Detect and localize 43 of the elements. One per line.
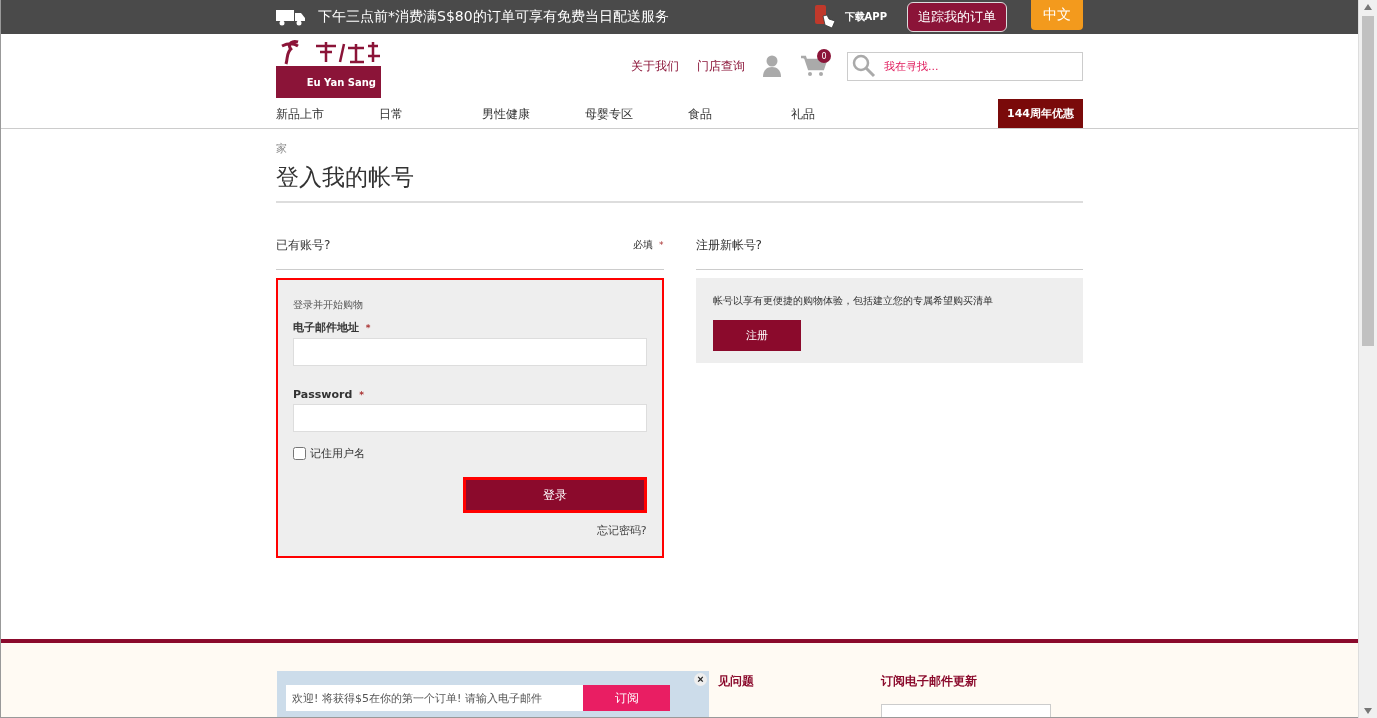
- shipping-notice: 下午三点前*消费满S$80的订单可享有免费当日配送服务: [318, 8, 670, 26]
- search-field[interactable]: 我在寻找...: [847, 51, 1083, 81]
- field-label: Password *: [293, 388, 365, 401]
- scroll-up-icon[interactable]: [1364, 4, 1372, 10]
- checkbox[interactable]: [293, 447, 306, 460]
- section-heading: 已有账号?: [276, 236, 331, 254]
- truck-icon: [276, 8, 306, 26]
- field-label: 电子邮件地址 *: [293, 320, 372, 335]
- login-button[interactable]: 登录: [462, 477, 647, 513]
- forgot-password-link[interactable]: 忘记密码?: [596, 523, 647, 538]
- header-link[interactable]: 关于我们: [631, 57, 679, 75]
- subscribe-button[interactable]: 订阅: [583, 685, 670, 711]
- logo-text: Eu Yan Sang: [306, 76, 376, 88]
- nav-item[interactable]: 礼品: [791, 106, 894, 128]
- register-button[interactable]: 注册: [712, 320, 801, 351]
- input-field[interactable]: [293, 338, 647, 366]
- user-icon[interactable]: [763, 55, 781, 77]
- input-field[interactable]: [293, 404, 647, 432]
- page-title: 登入我的帐号: [276, 162, 1083, 203]
- section-heading: 注册新帐号?: [695, 236, 762, 254]
- footer-heading: 订阅电子邮件更新: [881, 673, 978, 690]
- login-intro: 登录并开始购物: [293, 298, 364, 312]
- footer-heading: 见问题: [717, 673, 754, 690]
- scroll-down-icon[interactable]: [1364, 708, 1372, 714]
- cart-count: 0: [817, 49, 831, 63]
- close-button[interactable]: ×: [694, 673, 707, 686]
- register-text: 帐号以享有更便捷的购物体验，包括建立您的专属希望购买清单: [712, 294, 994, 308]
- required-note: 必填 *: [632, 238, 664, 252]
- scrollbar[interactable]: [1358, 0, 1377, 718]
- nav-item[interactable]: 新品上市: [276, 106, 379, 128]
- nav-item[interactable]: 日常: [379, 106, 482, 128]
- download-app-link[interactable]: 下载APP: [844, 10, 887, 24]
- phone-tap-icon: [812, 4, 837, 30]
- nav-item[interactable]: 食品: [688, 106, 791, 128]
- remember-checkbox[interactable]: 记住用户名: [293, 446, 647, 461]
- nav-item[interactable]: 男性健康: [482, 106, 585, 128]
- search-icon: [852, 54, 876, 78]
- header-link[interactable]: 门店查询: [697, 57, 745, 75]
- popup-email-field[interactable]: 欢迎! 将获得$5在你的第一个订单! 请输入电子邮件: [286, 685, 583, 711]
- promo-button[interactable]: 144周年优惠: [998, 99, 1083, 128]
- track-order-button[interactable]: 追踪我的订单: [907, 2, 1007, 32]
- nav-item[interactable]: 母婴专区: [585, 106, 688, 128]
- breadcrumb-link[interactable]: 家: [276, 141, 1083, 156]
